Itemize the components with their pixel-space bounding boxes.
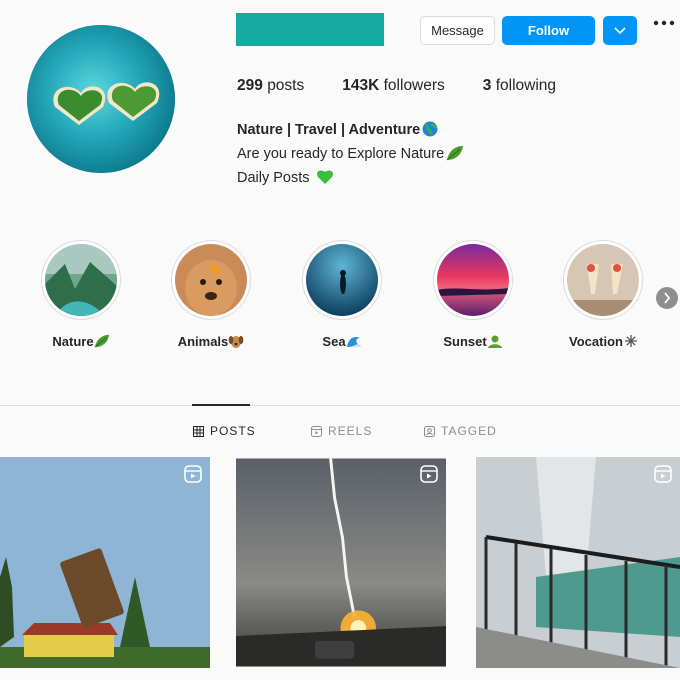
- person-icon: [487, 335, 502, 348]
- highlight-animals-image: [175, 244, 247, 316]
- post-image: [236, 458, 446, 667]
- globe-icon: [422, 121, 438, 141]
- following-count[interactable]: 3 following: [483, 77, 556, 95]
- sparkle-icon: [624, 335, 637, 347]
- tab-reels[interactable]: REELS: [311, 424, 372, 438]
- posts-count: 299 posts: [237, 77, 305, 94]
- tag-icon: [424, 425, 435, 437]
- chevron-down-icon: [614, 26, 626, 34]
- reels-icon: [420, 465, 438, 483]
- highlight-sunset-image: [437, 244, 509, 316]
- post-tile[interactable]: [0, 457, 210, 668]
- highlight-label: Sunset: [443, 334, 487, 349]
- chevron-right-icon: [664, 292, 671, 304]
- highlight-label: Animals: [177, 334, 229, 349]
- profile-stats: 299 posts 143K followers 3 following: [237, 77, 594, 95]
- highlight-sea-image: [306, 244, 378, 316]
- followers-count[interactable]: 143K followers: [342, 77, 445, 95]
- dog-icon: [228, 336, 244, 348]
- highlights-next-button[interactable]: [656, 287, 678, 309]
- highlight-nature[interactable]: Nature: [40, 240, 122, 349]
- post-image: [476, 457, 680, 668]
- highlight-vocation-image: [567, 244, 639, 316]
- message-button[interactable]: Message: [420, 16, 495, 45]
- active-tab-indicator: [192, 404, 250, 406]
- profile-avatar[interactable]: [27, 25, 175, 173]
- highlight-label: Vocation: [569, 334, 623, 349]
- more-dots-icon: [653, 20, 675, 26]
- grid-icon: [193, 425, 204, 437]
- bio-name: Nature | Travel | Adventure: [237, 121, 438, 141]
- highlight-sunset[interactable]: Sunset: [432, 240, 514, 349]
- post-tile[interactable]: [236, 457, 446, 668]
- highlight-sea[interactable]: Sea: [301, 240, 383, 349]
- post-tile[interactable]: [476, 457, 680, 668]
- wave-icon: [346, 337, 361, 347]
- green-heart-icon: [316, 169, 334, 189]
- leaf-icon: [94, 334, 109, 348]
- highlight-nature-image: [45, 244, 117, 316]
- more-options-button[interactable]: [652, 20, 676, 40]
- highlight-label: Nature: [52, 334, 94, 349]
- bio-line-1: Are you ready to Explore Nature: [237, 145, 464, 165]
- leaf-icon: [446, 145, 464, 165]
- username-redacted: [236, 13, 384, 46]
- reels-icon: [654, 465, 672, 483]
- tab-tagged[interactable]: TAGGED: [424, 424, 497, 438]
- reels-icon: [311, 425, 322, 437]
- tab-posts[interactable]: POSTS: [193, 424, 256, 438]
- highlight-vocation[interactable]: Vocation: [562, 240, 644, 349]
- highlight-label: Sea: [322, 334, 346, 349]
- suggested-dropdown-button[interactable]: [603, 16, 637, 45]
- follow-button[interactable]: Follow: [502, 16, 595, 45]
- bio-line-2: Daily Posts: [237, 169, 334, 189]
- post-image: [0, 457, 210, 668]
- reels-icon: [184, 465, 202, 483]
- tabs-divider: [0, 405, 680, 406]
- highlight-animals[interactable]: Animals: [170, 240, 252, 349]
